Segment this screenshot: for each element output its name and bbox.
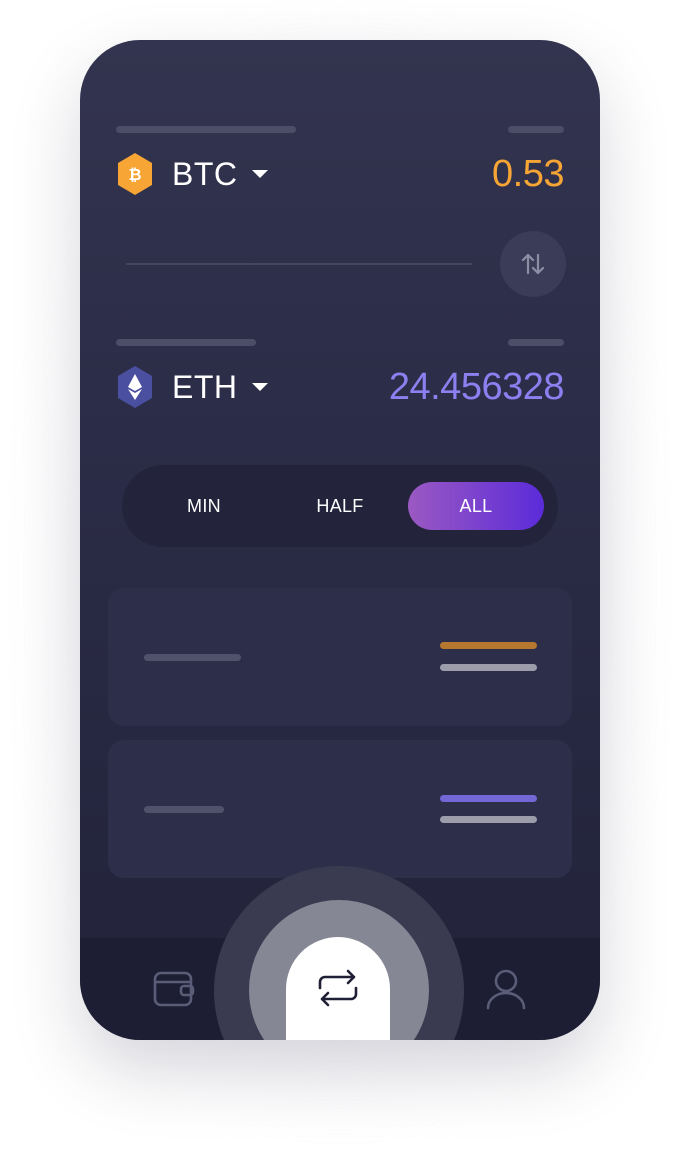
user-icon[interactable]: [484, 968, 528, 1010]
chevron-down-icon[interactable]: [251, 170, 268, 178]
card-label-placeholder: [144, 654, 241, 661]
to-coin-row: ETH 24.456328: [116, 357, 565, 417]
placeholder-card[interactable]: [108, 740, 572, 878]
to-amount[interactable]: 24.456328: [389, 366, 565, 409]
from-amount[interactable]: 0.53: [492, 153, 564, 196]
card-label-placeholder: [144, 806, 224, 813]
min-option[interactable]: MIN: [136, 482, 272, 530]
to-label-placeholder: [116, 339, 256, 346]
svg-text:₿: ₿: [128, 166, 141, 184]
to-balance-placeholder: [508, 339, 564, 346]
from-coin-selector[interactable]: BTC: [172, 156, 238, 193]
chevron-down-icon[interactable]: [251, 383, 268, 391]
card-value-placeholder: [440, 642, 537, 649]
from-balance-placeholder: [508, 126, 564, 133]
divider: [126, 263, 472, 265]
bitcoin-icon: ₿: [118, 153, 152, 195]
wallet-icon[interactable]: [152, 968, 196, 1010]
stage: ₿ BTC 0.53 ETH 24.456328 MIN HALF ALL: [0, 0, 680, 1160]
exchange-button[interactable]: [286, 937, 390, 1040]
card-value-placeholder: [440, 795, 537, 802]
amount-option-selector: MIN HALF ALL: [122, 465, 558, 547]
half-option[interactable]: HALF: [272, 482, 408, 530]
to-coin-selector[interactable]: ETH: [172, 369, 238, 406]
from-label-placeholder: [116, 126, 296, 133]
swap-button[interactable]: [500, 231, 566, 297]
all-option[interactable]: ALL: [408, 482, 544, 530]
swap-vertical-icon: [521, 253, 545, 275]
ethereum-icon: [118, 366, 152, 408]
card-subvalue-placeholder: [440, 664, 537, 671]
from-coin-row: ₿ BTC 0.53: [116, 144, 564, 204]
exchange-icon: [318, 969, 358, 1007]
placeholder-card[interactable]: [108, 588, 572, 726]
card-subvalue-placeholder: [440, 816, 537, 823]
phone-screen: ₿ BTC 0.53 ETH 24.456328 MIN HALF ALL: [80, 40, 600, 1040]
